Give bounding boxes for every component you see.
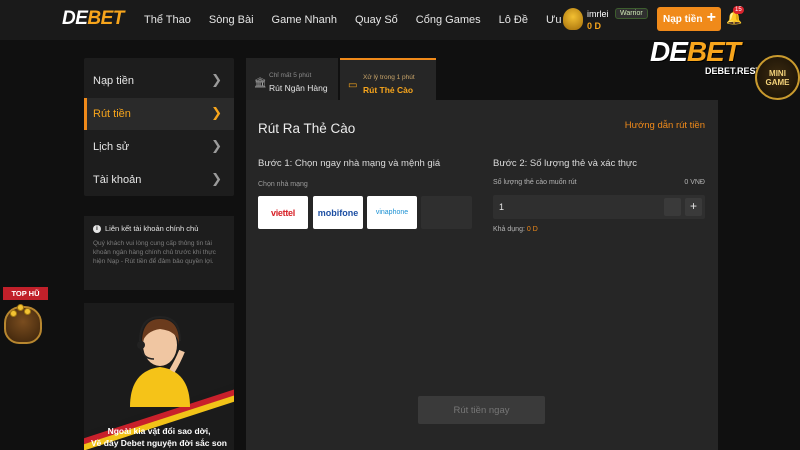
nav-item-sports[interactable]: Thể Thao: [144, 14, 191, 26]
tab-sub: Xử lý trong 1 phút: [363, 74, 415, 81]
carrier-empty-slot: [421, 196, 472, 229]
carrier-vinaphone[interactable]: vinaphone: [367, 196, 417, 229]
deposit-button-label: Nạp tiền: [663, 13, 703, 25]
tab-bank-withdraw[interactable]: 🏛 Chỉ mất 5 phút Rút Ngân Hàng: [246, 58, 338, 100]
tab-sub: Chỉ mất 5 phút: [269, 72, 312, 79]
tab-card-withdraw[interactable]: ▭ Xử lý trong 1 phút Rút Thẻ Cào: [340, 58, 436, 100]
quantity-amount: 0 VNĐ: [684, 179, 705, 186]
withdraw-guide-link[interactable]: Hướng dẫn rút tiền: [625, 120, 705, 131]
card-icon: ▭: [348, 80, 358, 91]
step-1-heading: Bước 1: Chọn ngay nhà mạng và mệnh giá: [258, 158, 441, 169]
account-sidebar: Nạp tiền ❯ Rút tiền ❯ Lịch sử ❯ Tài khoản ❯: [84, 58, 234, 196]
increment-button[interactable]: +: [685, 198, 702, 216]
plus-icon: +: [706, 9, 716, 26]
info-text: Quý khách vui lòng cung cấp thông tin tà…: [93, 240, 216, 265]
decrement-button[interactable]: [664, 198, 681, 216]
sidebar-item-label: Nạp tiền: [93, 75, 134, 87]
chevron-right-icon: ❯: [211, 72, 222, 87]
quantity-stepper[interactable]: 1 +: [493, 195, 705, 219]
sidebar-item-label: Tài khoản: [93, 174, 142, 186]
chevron-right-icon: ❯: [211, 138, 222, 153]
promo-banner[interactable]: Ngoài kia vật đổi sao dời, Về đây Debet …: [84, 303, 234, 450]
step-2-heading: Bước 2: Số lượng thẻ và xác thực: [493, 158, 638, 169]
carrier-label: Chọn nhà mạng: [258, 181, 308, 188]
nav-item-lottery[interactable]: Quay Số: [355, 14, 398, 26]
support-agent-image: [130, 315, 190, 407]
user-account[interactable]: imrlei Warrior 0 D: [563, 6, 653, 34]
nav-item-quick-games[interactable]: Game Nhanh: [272, 14, 337, 26]
main-nav: Thể Thao Sòng Bài Game Nhanh Quay Số Cổn…: [144, 0, 599, 40]
chevron-right-icon: ❯: [211, 171, 222, 186]
coin-icon: [17, 304, 24, 311]
sidebar-item-account[interactable]: Tài khoản ❯: [84, 164, 234, 196]
sidebar-item-label: Lịch sử: [93, 141, 130, 153]
sidebar-item-withdraw[interactable]: Rút tiền ❯: [84, 98, 234, 130]
nav-item-casino[interactable]: Sòng Bài: [209, 14, 254, 26]
tab-label: Rút Thẻ Cào: [363, 85, 414, 95]
notification-count: 15: [733, 6, 744, 14]
sidebar-item-label: Rút tiền: [93, 108, 131, 120]
sidebar-item-history[interactable]: Lịch sử ❯: [84, 131, 234, 163]
chevron-right-icon: ❯: [211, 105, 222, 120]
quantity-label: Số lượng thẻ cào muốn rút: [493, 179, 577, 186]
sidebar-item-deposit[interactable]: Nạp tiền ❯: [84, 65, 234, 97]
deposit-button[interactable]: Nạp tiền +: [657, 7, 721, 31]
withdraw-card-panel: Rút Ra Thẻ Cào Hướng dẫn rút tiền Bước 1…: [246, 100, 718, 450]
available-balance: Khả dụng: 0 D: [493, 226, 538, 233]
nav-item-game-portal[interactable]: Cổng Games: [416, 14, 481, 26]
withdraw-now-button[interactable]: Rút tiền ngay: [418, 396, 545, 424]
info-icon: i: [93, 224, 101, 233]
carrier-viettel[interactable]: viettel: [258, 196, 308, 229]
vip-badge: Warrior: [615, 8, 648, 19]
top-header: DEBET Thể Thao Sòng Bài Game Nhanh Quay …: [0, 0, 800, 40]
nav-item-lode[interactable]: Lô Đề: [499, 14, 528, 26]
coin-icon: [24, 308, 31, 315]
tab-label: Rút Ngân Hàng: [269, 83, 328, 93]
coin-icon: [10, 310, 17, 317]
promo-line-2: Về đây Debet nguyện đời sắc son: [91, 438, 227, 448]
site-logo[interactable]: DEBET: [62, 8, 124, 30]
account-link-info: i Liên kết tài khoản chính chủ Quý khách …: [84, 216, 234, 290]
username: imrlei: [587, 9, 609, 19]
top-jackpot-widget[interactable]: TOP HŨ: [0, 282, 48, 358]
panel-title: Rút Ra Thẻ Cào: [258, 121, 356, 136]
promo-line-1: Ngoài kia vật đổi sao dời,: [107, 426, 211, 436]
minigame-button[interactable]: MINI GAME: [755, 55, 800, 100]
watermark-url: DEBET.REST: [705, 66, 762, 76]
top-jackpot-label: TOP HŨ: [3, 287, 48, 300]
quantity-value[interactable]: 1: [499, 202, 504, 212]
user-balance: 0 D: [587, 21, 602, 31]
bank-icon: 🏛: [254, 78, 267, 89]
user-avatar-icon: [563, 8, 583, 30]
carrier-mobifone[interactable]: mobifone: [313, 196, 363, 229]
info-title: Liên kết tài khoản chính chủ: [105, 224, 199, 233]
